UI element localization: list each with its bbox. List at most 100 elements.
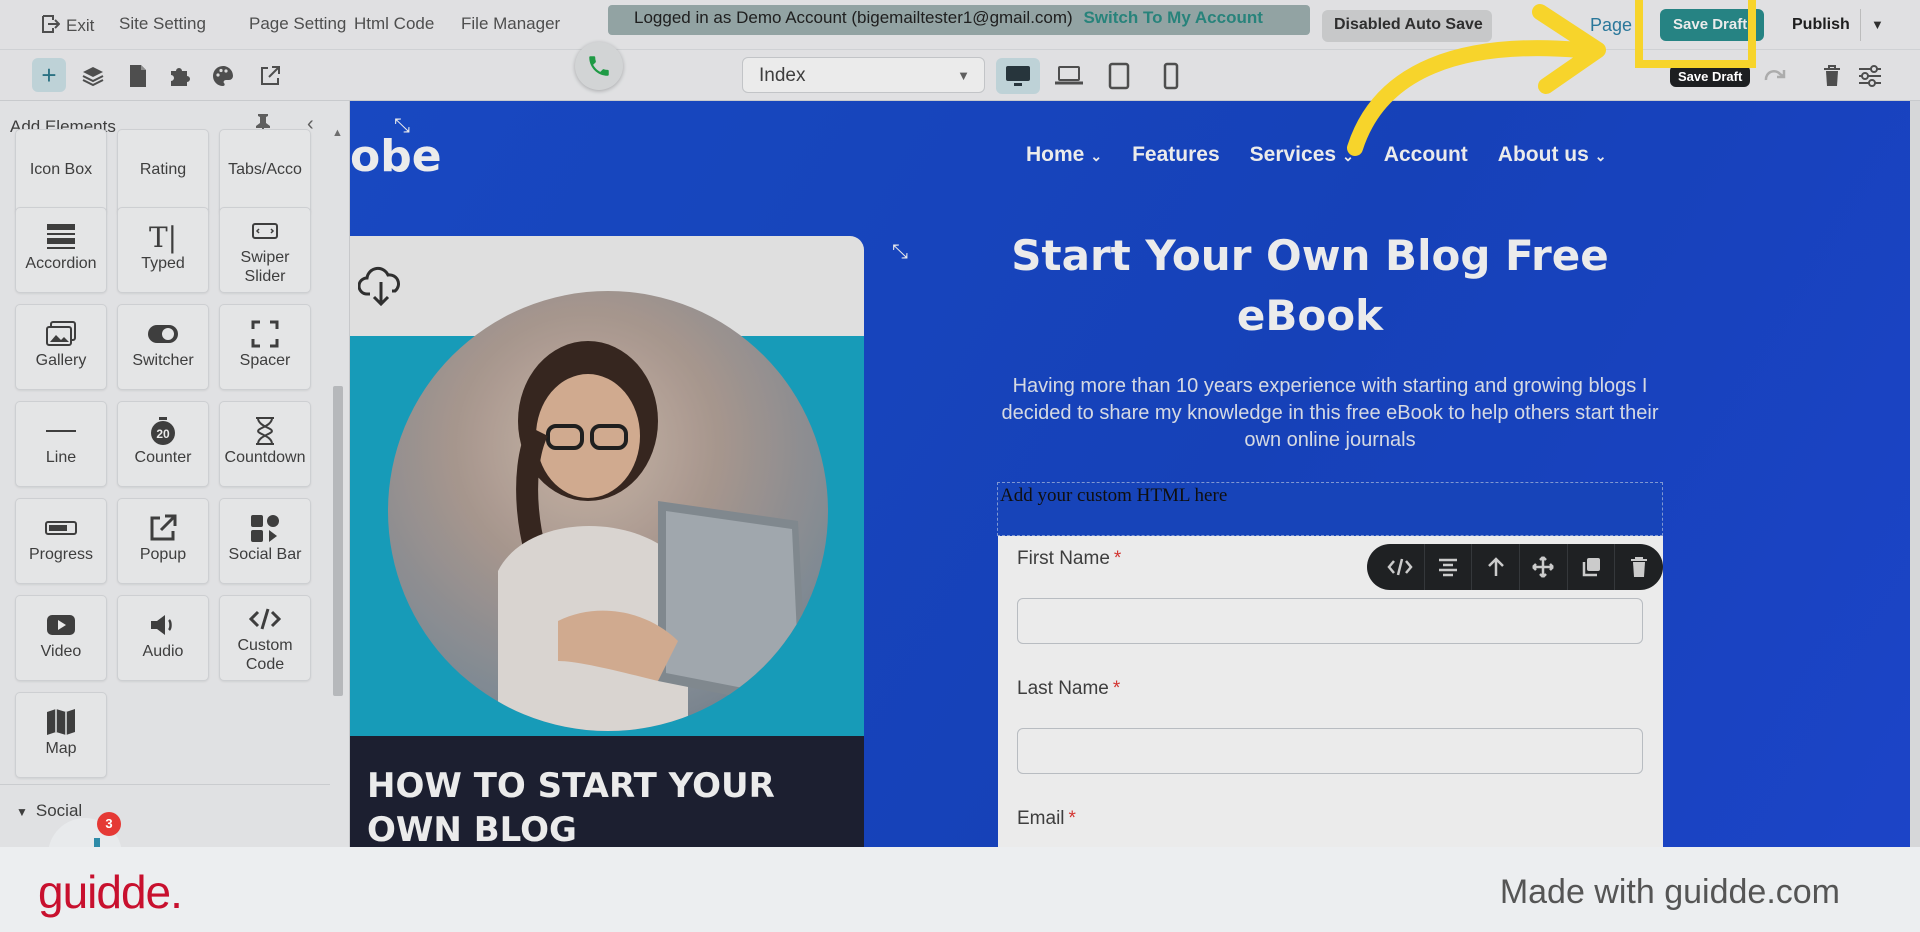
element-tile-popup[interactable]: Popup (117, 498, 209, 584)
top-toolbar: Exit Site Setting Page Setting Html Code… (0, 0, 1920, 50)
element-tile-progress[interactable]: Progress (15, 498, 107, 584)
exit-icon (40, 14, 61, 39)
element-tile-rating[interactable]: Rating (117, 129, 209, 215)
page-setting-link[interactable]: Page Setting (249, 14, 346, 34)
page-canvas[interactable]: obe ⤡ Home ⌄ Features Services ⌄ Account A… (350, 101, 1910, 847)
palette-icon[interactable] (209, 62, 237, 90)
edit-code-icon[interactable] (1377, 544, 1425, 590)
element-tile-tabs[interactable]: Tabs/Acco (219, 129, 311, 215)
element-tile-typed[interactable]: T| Typed (117, 207, 209, 293)
delete-icon[interactable] (1615, 544, 1663, 590)
element-tile-social-bar[interactable]: Social Bar (219, 498, 311, 584)
resize-handle-icon[interactable]: ⤡ (892, 241, 908, 264)
element-label: Gallery (35, 352, 87, 369)
exit-button[interactable]: Exit (40, 14, 94, 39)
element-tile-countdown[interactable]: Countdown (219, 401, 311, 487)
hero-title[interactable]: Start Your Own Blog Free eBook (1010, 226, 1610, 346)
login-banner: Logged in as Demo Account (bigemailteste… (608, 5, 1310, 35)
add-elements-panel: Add Elements ‹ Icon Box Rating Tabs/Acco… (0, 101, 350, 847)
external-link-icon[interactable] (256, 62, 284, 90)
pointer-arrow-icon (1340, 0, 1610, 165)
caret-down-icon: ▼ (16, 805, 28, 819)
video-icon (16, 610, 106, 640)
laptop-view-icon[interactable] (1047, 58, 1091, 94)
drag-move-icon[interactable] (1520, 544, 1568, 590)
guidde-footer: guidde. Made with guidde.com (0, 847, 1920, 932)
sidebar-scrollbar[interactable] (333, 386, 343, 696)
first-name-input[interactable] (1017, 598, 1643, 644)
page-icon[interactable] (124, 62, 152, 90)
cloud-download-icon[interactable] (357, 266, 404, 311)
element-label: Switcher (132, 352, 194, 369)
switch-account-link[interactable]: Switch To My Account (1083, 8, 1262, 27)
puzzle-icon[interactable] (165, 62, 193, 90)
add-element-icon[interactable]: + (32, 58, 66, 92)
element-label: Countdown (224, 449, 306, 466)
guidde-logo[interactable]: guidde. (38, 865, 183, 919)
align-center-icon[interactable] (1425, 544, 1473, 590)
element-tile-switcher[interactable]: Switcher (117, 304, 209, 390)
element-tile-gallery[interactable]: Gallery (15, 304, 107, 390)
page-select[interactable]: Index ▼ (742, 57, 985, 93)
trash-icon[interactable] (1818, 62, 1846, 90)
element-label: Popup (139, 546, 187, 563)
exit-label: Exit (66, 16, 95, 35)
hero-description[interactable]: Having more than 10 years experience wit… (990, 373, 1670, 454)
site-setting-link[interactable]: Site Setting (119, 14, 206, 34)
divider (0, 784, 330, 785)
redo-icon[interactable] (1760, 62, 1788, 90)
editor-toolbar: + Index ▼ (0, 50, 1920, 101)
email-label: Email * (1017, 808, 1076, 829)
popup-icon (118, 513, 208, 543)
element-label: Spacer (239, 352, 291, 369)
element-tile-icon-box[interactable]: Icon Box (15, 129, 107, 215)
custom-html-block[interactable]: Add your custom HTML here (997, 482, 1663, 536)
element-tile-map[interactable]: Map (15, 692, 107, 778)
line-icon (16, 416, 106, 446)
desktop-view-icon[interactable] (996, 58, 1040, 94)
settings-sliders-icon[interactable] (1856, 62, 1884, 90)
ebook-title: HOW TO START YOUR OWN BLOG (367, 766, 775, 847)
phone-call-icon[interactable] (575, 42, 623, 90)
element-label: Progress (28, 546, 94, 563)
duplicate-icon[interactable] (1568, 544, 1616, 590)
login-text: Logged in as Demo Account (bigemailteste… (634, 8, 1073, 27)
element-tile-audio[interactable]: Audio (117, 595, 209, 681)
last-name-input[interactable] (1017, 728, 1643, 774)
element-label: Social Bar (228, 546, 302, 563)
highlight-frame (1635, 0, 1756, 68)
element-label: Line (45, 449, 77, 466)
code-icon (220, 604, 310, 634)
element-label: Rating (139, 161, 187, 178)
element-tile-spacer[interactable]: Spacer (219, 304, 311, 390)
element-label: Video (40, 643, 82, 660)
resize-handle-icon[interactable]: ⤡ (394, 115, 410, 138)
publish-dropdown-icon[interactable]: ▼ (1860, 9, 1890, 41)
mobile-view-icon[interactable] (1149, 58, 1193, 94)
element-tile-counter[interactable]: 20 Counter (117, 401, 209, 487)
move-up-icon[interactable] (1472, 544, 1521, 590)
element-label: Custom Code (237, 637, 293, 673)
html-code-link[interactable]: Html Code (354, 14, 434, 34)
element-tile-line[interactable]: Line (15, 401, 107, 487)
toggle-icon (118, 319, 208, 349)
element-tile-video[interactable]: Video (15, 595, 107, 681)
file-manager-link[interactable]: File Manager (461, 14, 560, 34)
ebook-cover[interactable]: HOW TO START YOUR OWN BLOG (350, 236, 864, 847)
element-label: Tabs/Acco (228, 161, 302, 178)
element-tile-accordion[interactable]: Accordion (15, 207, 107, 293)
scroll-up-icon[interactable]: ▲ (332, 127, 343, 139)
typed-icon: T| (148, 220, 178, 254)
element-tile-swiper-slider[interactable]: Swiper Slider (219, 207, 311, 293)
layers-icon[interactable] (79, 62, 107, 90)
nav-item-features[interactable]: Features (1132, 143, 1220, 167)
progress-icon (16, 513, 106, 543)
tablet-view-icon[interactable] (1097, 58, 1141, 94)
svg-text:20: 20 (156, 427, 170, 441)
slider-icon (220, 216, 310, 246)
nav-item-services[interactable]: Services ⌄ (1250, 143, 1354, 167)
site-logo[interactable]: obe (350, 131, 442, 182)
nav-item-home[interactable]: Home ⌄ (1026, 143, 1102, 167)
publish-button[interactable]: Publish (1780, 9, 1860, 41)
element-tile-custom-code[interactable]: Custom Code (219, 595, 311, 681)
